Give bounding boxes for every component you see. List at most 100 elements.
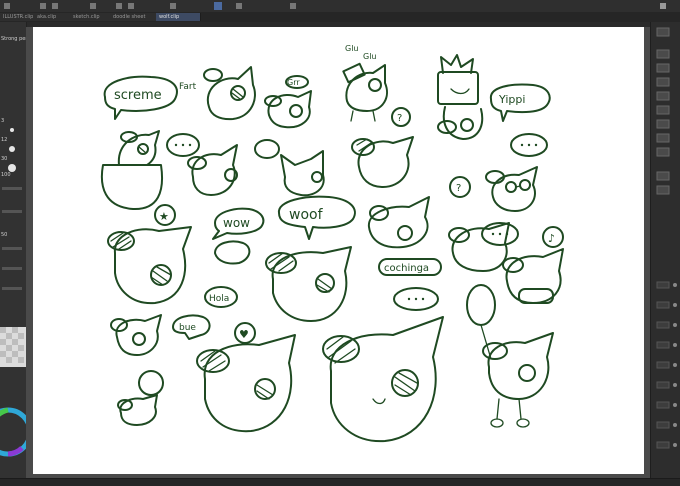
question-text-2: ? — [456, 183, 461, 194]
layer-icon-1[interactable] — [656, 49, 670, 59]
drawing-canvas[interactable]: screme Fart Grr Glu Glu Yippi ? ? wow wo… — [33, 27, 644, 474]
layer-icon-2[interactable] — [656, 63, 670, 73]
toolbar-icons[interactable] — [0, 0, 680, 12]
speech-bubble-woof: woof — [277, 195, 356, 240]
settings-icon[interactable] — [660, 3, 666, 9]
label-cochinga: cochinga — [378, 258, 442, 276]
visibility-icon[interactable] — [673, 283, 677, 287]
layer-row-9[interactable] — [656, 441, 670, 449]
dog-center-hatched-eye — [265, 246, 352, 322]
tab-1[interactable]: ILLUSTR.clip — [0, 13, 35, 21]
layer-row-1[interactable] — [656, 281, 670, 289]
dog-large-bottom-1 — [196, 334, 296, 433]
eraser-icon[interactable] — [290, 3, 296, 9]
slider-track-4[interactable] — [2, 267, 22, 270]
bue-text: bue — [179, 323, 196, 333]
speech-bubble-screme: screme — [103, 75, 178, 120]
layer-row-4[interactable] — [656, 341, 670, 349]
dog-question-small — [117, 370, 164, 426]
heart-text: ♥ — [239, 328, 249, 341]
slider-track-2[interactable] — [2, 210, 22, 213]
brush-size-dot-medium[interactable] — [9, 146, 15, 152]
speech-bubble-hola: Hola — [204, 286, 238, 308]
layer-row-8[interactable] — [656, 421, 670, 429]
visibility-icon[interactable] — [673, 383, 677, 387]
fart-text: Fart — [179, 82, 197, 92]
speech-bubble-wow: wow — [212, 207, 265, 240]
brush-size-dot-small[interactable] — [10, 128, 14, 132]
pen-tool-icon[interactable] — [214, 2, 222, 10]
visibility-icon[interactable] — [673, 423, 677, 427]
layer-panel — [650, 22, 680, 478]
dog-in-pocket-drawing — [100, 130, 163, 211]
dog-cat-ears — [280, 150, 325, 197]
layer-row-3[interactable] — [656, 321, 670, 329]
ellipsis-bubble-3 — [510, 133, 548, 157]
dog-fart-drawing — [203, 66, 256, 121]
layer-row-7[interactable] — [656, 401, 670, 409]
slider-track-3[interactable] — [2, 247, 22, 250]
layer-icon-8[interactable] — [656, 147, 670, 157]
dog-grr-drawing: Grr — [264, 75, 312, 129]
layer-icon-10[interactable] — [656, 185, 670, 195]
menu-icon[interactable] — [4, 3, 10, 9]
visibility-icon[interactable] — [673, 443, 677, 447]
dog-tiny-bubble — [214, 240, 251, 265]
sticker-sheet-drawing: screme Fart Grr Glu Glu Yippi ? ? wow wo… — [100, 44, 564, 443]
undo-icon[interactable] — [40, 3, 46, 9]
brush-icon[interactable] — [236, 3, 242, 9]
select-icon[interactable] — [170, 3, 176, 9]
left-panel-widgets — [0, 128, 26, 457]
glu-text-1: Glu — [345, 44, 359, 53]
layer-icon-6[interactable] — [656, 119, 670, 129]
save-icon[interactable] — [90, 3, 96, 9]
panel-toggle-icon[interactable] — [656, 27, 670, 37]
tab-5-active[interactable]: wolf.clip — [156, 13, 201, 21]
ellipsis-bubble-4 — [393, 287, 439, 311]
redo-icon[interactable] — [52, 3, 58, 9]
tab-2[interactable]: aka.clip — [34, 13, 71, 21]
color-wheel[interactable] — [0, 407, 26, 457]
music-text: ♪ — [548, 232, 555, 245]
tab-3[interactable]: sketch.clip — [70, 13, 111, 21]
visibility-icon[interactable] — [673, 343, 677, 347]
cochinga-text: cochinga — [384, 263, 429, 274]
visibility-icon[interactable] — [673, 323, 677, 327]
dog-box-head-drawing — [437, 54, 484, 140]
brush-size-dot-large[interactable] — [8, 164, 16, 172]
heart-bubble: ♥ — [234, 322, 256, 344]
layer-icon-7[interactable] — [656, 133, 670, 143]
layer-icon-4[interactable] — [656, 91, 670, 101]
question-bubble-small: ? — [391, 107, 411, 127]
layer-icon-5[interactable] — [656, 105, 670, 115]
dog-sunglasses-lower — [502, 248, 564, 304]
slider-track-5[interactable] — [2, 287, 22, 290]
question-bubble-2: ? — [449, 176, 471, 198]
woof-text: woof — [289, 207, 324, 223]
ellipsis-bubble-2 — [254, 139, 280, 159]
canvas-area: screme Fart Grr Glu Glu Yippi ? ? wow wo… — [26, 27, 650, 478]
speech-bubble-yippi: Yippi — [489, 83, 551, 122]
dog-sleeping-pillow — [367, 196, 430, 249]
dog-sunglasses — [485, 166, 538, 212]
dog-large-left — [107, 226, 192, 305]
layer-icon-3[interactable] — [656, 77, 670, 87]
layer-icon-9[interactable] — [656, 171, 670, 181]
visibility-icon[interactable] — [673, 363, 677, 367]
visibility-icon[interactable] — [673, 303, 677, 307]
dog-goggles-right — [448, 222, 510, 272]
layer-row-6[interactable] — [656, 381, 670, 389]
visibility-icon[interactable] — [673, 403, 677, 407]
glu-text-2: Glu — [363, 52, 377, 61]
slider-track[interactable] — [2, 187, 22, 190]
rotate-left-icon[interactable] — [116, 3, 122, 9]
question-text-1: ? — [397, 113, 402, 124]
layer-row-2[interactable] — [656, 301, 670, 309]
rotate-right-icon[interactable] — [128, 3, 134, 9]
tab-4[interactable]: doodle sheet — [110, 13, 157, 21]
ellipsis-bubble-1 — [166, 133, 200, 157]
dog-large-bottom-2 — [322, 316, 444, 443]
layer-row-5[interactable] — [656, 361, 670, 369]
speech-bubble-bue: bue — [172, 314, 211, 340]
document-tabs: ILLUSTR.clip aka.clip sketch.clip doodle… — [0, 12, 680, 22]
